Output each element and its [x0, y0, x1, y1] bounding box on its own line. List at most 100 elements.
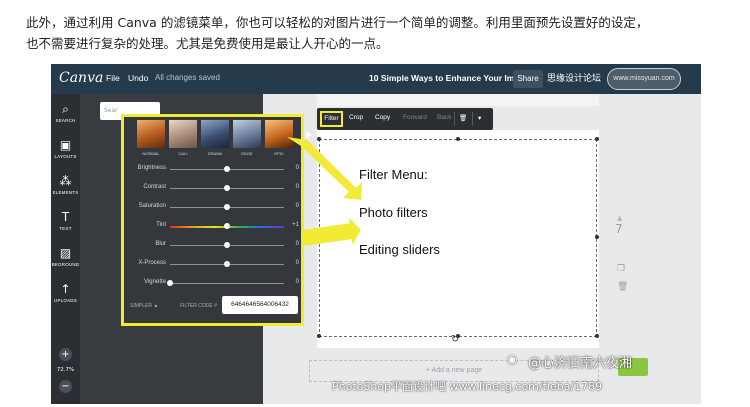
filter-thumb-edge[interactable]: [233, 120, 261, 148]
weibo-icon: ◉: [507, 352, 518, 366]
filter-thumb-epic[interactable]: [265, 120, 293, 148]
delete-page-icon[interactable]: 🗑: [617, 282, 628, 292]
duplicate-page-icon[interactable]: ❐: [617, 264, 625, 274]
page-number: 7: [615, 222, 623, 236]
slider-value: 0: [295, 241, 299, 247]
filter-thumbnails: NORMAL CALI DRAMA EDGE EPIC ▶: [137, 120, 312, 158]
slider-knob[interactable]: [224, 223, 230, 229]
search-icon: ⌕: [62, 102, 69, 116]
zoom-level: 72.7%: [56, 367, 75, 373]
filter-thumb-normal[interactable]: [137, 120, 165, 148]
sidebar-label: TEXT: [59, 226, 72, 231]
copy-button[interactable]: Copy: [375, 114, 390, 121]
slider-label: Blur: [155, 241, 166, 247]
text-icon: T: [61, 210, 70, 224]
filter-label: DRAMA: [207, 151, 223, 156]
slider-label: Tint: [156, 222, 166, 228]
filter-label: EPIC: [274, 151, 284, 156]
slider-value: 0: [295, 279, 299, 285]
sidebar-label: UPLOADS: [54, 298, 77, 303]
back-button[interactable]: Back: [437, 114, 451, 121]
upload-icon: ↑: [60, 282, 71, 296]
slider-value: 0: [295, 203, 299, 209]
filter-popup: NORMAL CALI DRAMA EDGE EPIC ▶ Brightness…: [121, 114, 312, 326]
slider-label: Vignette: [144, 279, 166, 285]
toolbar-divider: [454, 112, 455, 126]
save-status: All changes saved: [155, 73, 220, 82]
sidebar-item-background[interactable]: ▨ BKGROUND: [51, 246, 80, 267]
site-watermark: 思缘设计论坛: [547, 73, 602, 83]
sidebar-item-uploads[interactable]: ↑ UPLOADS: [51, 282, 80, 303]
sidebar-item-layouts[interactable]: ▣ LAYOUTS: [51, 138, 80, 159]
page-up-icon[interactable]: ▲: [617, 214, 622, 222]
resize-handle[interactable]: [456, 137, 460, 141]
trash-icon[interactable]: 🗑: [459, 114, 467, 122]
slider-value: 0: [295, 165, 299, 171]
top-bar: Canva File Undo All changes saved 10 Sim…: [51, 64, 701, 94]
intro-text: 此外，通过利用 Canva 的滤镜菜单，你也可以轻松的对图片进行一个简单的调整。…: [26, 12, 726, 54]
simpler-toggle[interactable]: SIMPLER ▲: [130, 303, 158, 309]
annotation-filter-menu: Filter Menu:: [359, 167, 428, 182]
resize-handle[interactable]: [595, 137, 599, 141]
slider-knob[interactable]: [224, 204, 230, 210]
sidebar-label: ELEMENTS: [52, 190, 79, 195]
intro-line-1: 此外，通过利用 Canva 的滤镜菜单，你也可以轻松的对图片进行一个简单的调整。…: [26, 15, 649, 30]
background-icon: ▨: [59, 246, 72, 260]
slider-knob[interactable]: [167, 280, 173, 286]
rotate-handle-icon[interactable]: ↻: [451, 334, 459, 345]
bottom-watermark: PhotoShop平面设计吧 www.linecg.com/tieba/1789: [332, 380, 603, 393]
resize-handle[interactable]: [595, 235, 599, 239]
filter-code-input[interactable]: 6464646564006432: [222, 296, 298, 314]
filter-code-label: FILTER CODE #: [180, 303, 217, 309]
edit-toolbar: Filter Crop Copy Forward Back 🗑 ▾: [317, 108, 493, 130]
resize-handle[interactable]: [595, 334, 599, 338]
canvas-area-top: [317, 94, 599, 106]
slider-knob[interactable]: [224, 185, 230, 191]
canva-logo[interactable]: Canva: [59, 70, 103, 86]
file-menu[interactable]: File: [106, 73, 120, 83]
zoom-in-button[interactable]: +: [59, 348, 72, 361]
resize-handle[interactable]: [317, 334, 321, 338]
zoom-out-button[interactable]: −: [59, 380, 72, 393]
document-title[interactable]: 10 Simple Ways to Enhance Your Images: [369, 73, 534, 83]
filter-thumb-cali[interactable]: [169, 120, 197, 148]
slider-knob[interactable]: [224, 242, 230, 248]
undo-button[interactable]: Undo: [128, 73, 148, 83]
annotation-photo-filters: Photo filters: [359, 205, 428, 220]
filter-button[interactable]: Filter: [320, 111, 343, 127]
forward-button[interactable]: Forward: [403, 114, 427, 121]
weibo-watermark: @心济旧南六夜湘: [528, 356, 633, 371]
sidebar-item-search[interactable]: ⌕ SEARCH: [51, 102, 80, 123]
sidebar-label: SEARCH: [55, 118, 76, 123]
sidebar-item-elements[interactable]: ⁂ ELEMENTS: [51, 174, 80, 195]
slider-track[interactable]: [170, 283, 284, 284]
sidebar-label: LAYOUTS: [54, 154, 77, 159]
share-button[interactable]: Share: [513, 70, 543, 88]
slider-value: 0: [295, 184, 299, 190]
filter-label: EDGE: [241, 151, 253, 156]
resize-handle[interactable]: [317, 137, 321, 141]
annotation-editing-sliders: Editing sliders: [359, 242, 440, 257]
intro-line-2: 也不需要进行复杂的处理。尤其是免费使用是最让人开心的一点。: [26, 36, 389, 51]
filter-label: NORMAL: [142, 151, 160, 156]
resize-handle[interactable]: [317, 235, 321, 239]
slider-value: 0: [295, 260, 299, 266]
filter-thumb-drama[interactable]: [201, 120, 229, 148]
sidebar-item-text[interactable]: T TEXT: [51, 210, 80, 231]
more-dropdown-icon[interactable]: ▾: [478, 114, 481, 122]
slider-knob[interactable]: [224, 261, 230, 267]
layouts-icon: ▣: [59, 138, 72, 152]
slider-knob[interactable]: [224, 166, 230, 172]
next-filters-arrow-icon[interactable]: ▶: [306, 130, 312, 139]
filter-label: CALI: [178, 151, 188, 156]
slider-label: Brightness: [137, 165, 166, 171]
elements-icon: ⁂: [59, 174, 72, 188]
slider-label: X-Process: [138, 260, 166, 266]
sidebar-label: BKGROUND: [51, 262, 80, 267]
slider-label: Contrast: [143, 184, 166, 190]
user-menu[interactable]: www.missyuan.com: [607, 68, 681, 90]
slider-value: +1: [292, 222, 299, 228]
crop-button[interactable]: Crop: [349, 114, 363, 121]
slider-label: Saturation: [138, 203, 166, 209]
toolbar-divider: [472, 112, 473, 126]
